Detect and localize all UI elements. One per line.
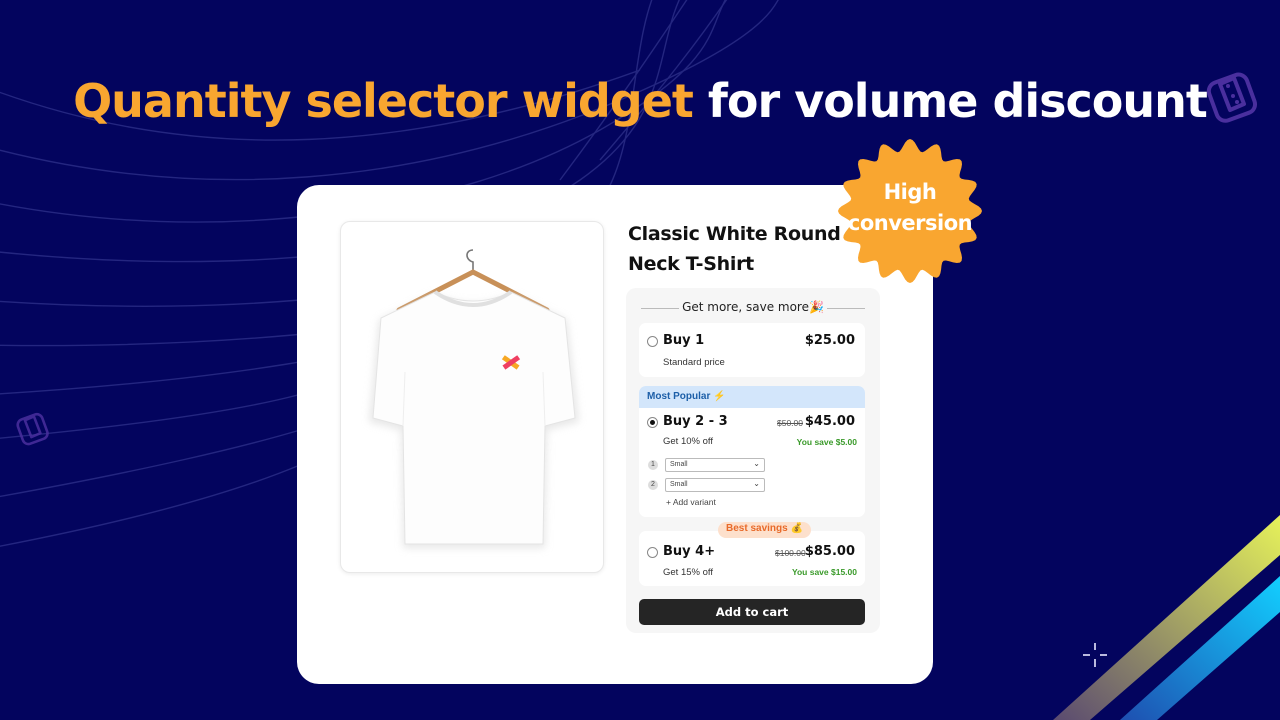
badge-line-2: conversion	[847, 211, 973, 235]
radio-buy-4-plus[interactable]	[647, 547, 658, 558]
option-label: Buy 4+	[663, 544, 716, 559]
variant-value: Small	[670, 461, 688, 468]
original-price: $100.00	[775, 548, 806, 558]
option-price: $25.00	[804, 333, 855, 348]
option-price: $45.00	[804, 414, 855, 429]
widget-header: Get more, save more🎉	[626, 300, 880, 314]
quantity-selector-widget: Get more, save more🎉 Buy 1 Standard pric…	[626, 288, 880, 633]
divider	[827, 308, 865, 309]
add-variant-link[interactable]: + Add variant	[666, 497, 716, 507]
option-label: Buy 1	[663, 333, 705, 348]
badge-line-1: High	[883, 180, 937, 204]
savings-text: You save $15.00	[791, 567, 857, 577]
sparkle-icon	[1083, 643, 1107, 667]
best-savings-tag: Best savings 💰	[718, 522, 811, 538]
option-price: $85.00	[804, 544, 855, 559]
savings-text: You save $5.00	[796, 437, 857, 447]
option-buy-4-plus[interactable]: Best savings 💰 Buy 4+ $100.00 $85.00 Get…	[639, 522, 865, 586]
widget-header-text: Get more, save more🎉	[682, 300, 824, 314]
radio-buy-2-3[interactable]	[647, 417, 658, 428]
variant-select[interactable]: Small ⌄	[665, 478, 765, 492]
tshirt-image	[369, 249, 579, 548]
divider	[641, 308, 679, 309]
product-image[interactable]	[340, 221, 604, 573]
option-subtitle: Standard price	[663, 357, 725, 368]
variant-value: Small	[670, 481, 688, 488]
product-title: Classic White Round Neck T-Shirt	[628, 223, 841, 275]
option-subtitle: Get 10% off	[663, 436, 713, 447]
option-subtitle: Get 15% off	[663, 567, 713, 578]
radio-buy-1[interactable]	[647, 336, 658, 347]
chevron-down-icon: ⌄	[753, 479, 760, 488]
variant-select[interactable]: Small ⌄	[665, 458, 765, 472]
original-price: $50.00	[777, 418, 803, 428]
add-to-cart-button[interactable]: Add to cart	[639, 599, 865, 625]
variant-index: 1	[648, 460, 658, 470]
most-popular-tag: Most Popular ⚡	[639, 386, 865, 408]
option-buy-1[interactable]: Buy 1 Standard price $25.00	[639, 323, 865, 377]
badge-text: High conversion	[835, 177, 985, 239]
option-label: Buy 2 - 3	[663, 414, 728, 429]
option-buy-2-3[interactable]: Most Popular ⚡ Buy 2 - 3 $50.00 $45.00 G…	[639, 386, 865, 517]
variant-index: 2	[648, 480, 658, 490]
chevron-down-icon: ⌄	[753, 459, 760, 468]
